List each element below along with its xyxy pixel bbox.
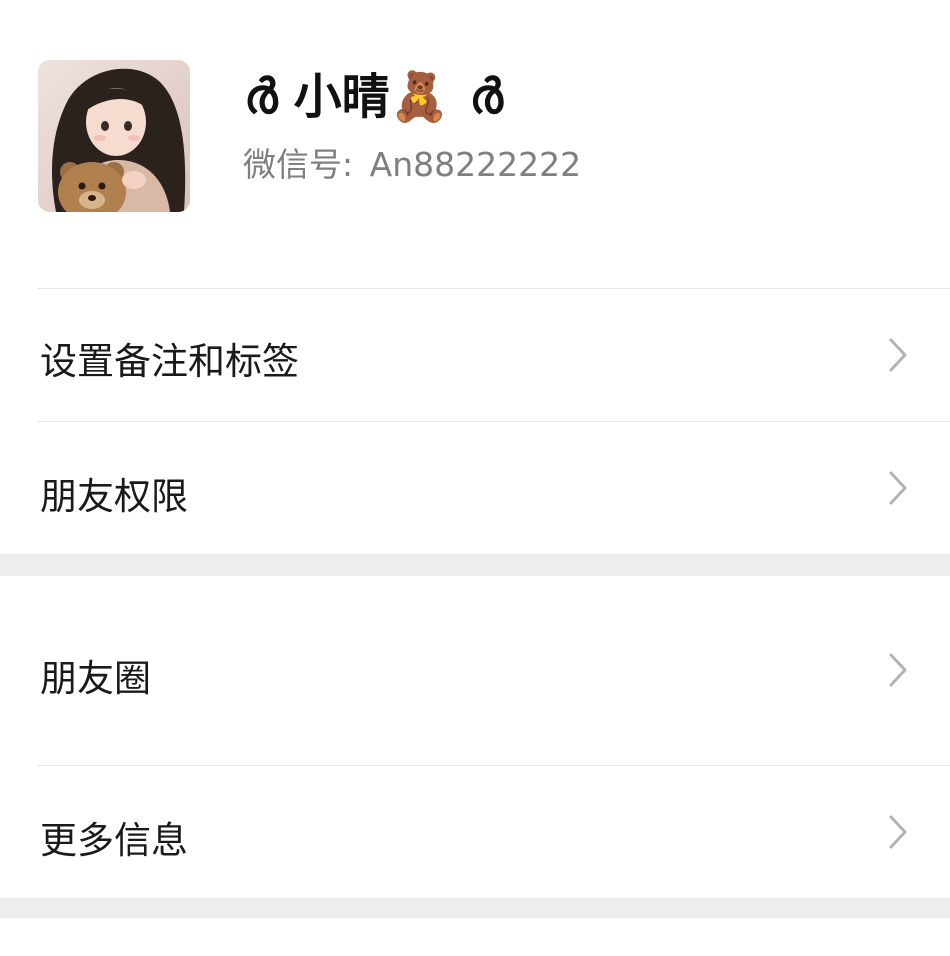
row-label-moments: 朋友圈: [40, 657, 151, 700]
row-remark-and-tags[interactable]: 设置备注和标签: [0, 289, 950, 421]
teddy-bear-emoji: 🧸: [389, 69, 450, 125]
wechat-id-label: 微信号:: [243, 145, 354, 184]
row-friend-permissions[interactable]: 朋友权限: [0, 422, 950, 554]
chevron-right-icon: [889, 471, 907, 505]
chevron-right-icon: [889, 815, 907, 849]
avatar[interactable]: [38, 60, 190, 212]
row-more-info[interactable]: 更多信息: [0, 766, 950, 898]
profile-header: ർ 小晴🧸 ർ 微信号: An88222222: [0, 0, 950, 288]
bottom-area: [0, 918, 950, 956]
row-label-remark-and-tags: 设置备注和标签: [40, 340, 299, 383]
settings-group: 设置备注和标签 朋友权限: [0, 288, 950, 554]
row-label-friend-permissions: 朋友权限: [40, 475, 188, 518]
section-gap: [0, 554, 950, 576]
name-text: 小晴: [293, 69, 390, 125]
avatar-image: [38, 60, 190, 212]
chevron-right-icon: [889, 653, 907, 687]
row-moments[interactable]: 朋友圈: [0, 576, 950, 765]
name-decoration-right: ർ: [469, 69, 503, 125]
row-label-more-info: 更多信息: [40, 819, 188, 862]
wechat-id-value: An88222222: [369, 145, 582, 184]
contact-name: ർ 小晴🧸 ർ: [244, 62, 503, 132]
chevron-right-icon: [889, 338, 907, 372]
info-group: 朋友圈 更多信息: [0, 576, 950, 898]
section-gap: [0, 898, 950, 918]
name-decoration-left: ർ: [244, 69, 278, 125]
wechat-id: 微信号: An88222222: [243, 143, 581, 187]
